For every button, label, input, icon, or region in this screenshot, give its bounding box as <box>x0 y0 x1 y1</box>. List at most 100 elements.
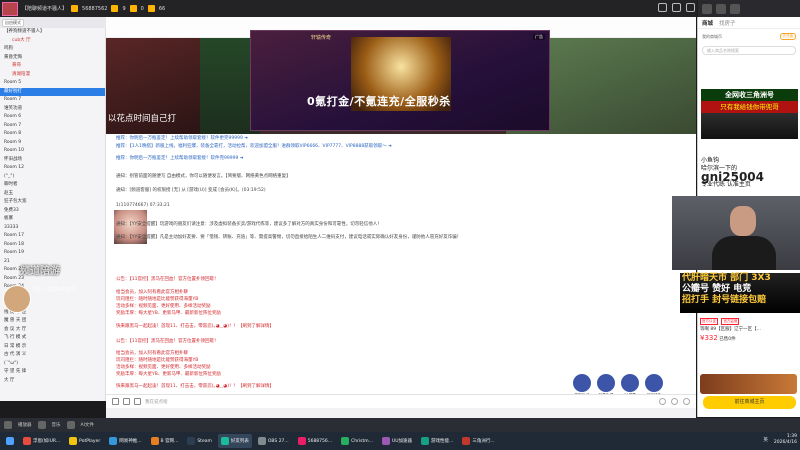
recharge-button[interactable]: 去充值 <box>779 33 796 40</box>
app-icon <box>150 437 159 445</box>
sidebar-item[interactable]: Room 17 <box>0 232 105 241</box>
taskbar-item[interactable]: 5688756... <box>295 434 335 448</box>
sidebar-item[interactable]: 古 代 演 义 <box>0 351 105 360</box>
gift-bar: 播客加 油起源之 星 51翡翠初级钱英 <box>573 374 663 394</box>
music-icon[interactable] <box>37 421 46 429</box>
sidebar-item[interactable]: 最好别打 <box>0 87 105 96</box>
input-lang[interactable]: 英 <box>763 437 768 443</box>
sidebar-item[interactable]: 33333 <box>0 224 105 233</box>
streamer-face <box>730 206 756 236</box>
sidebar-item[interactable]: 狂子包大宽 <box>0 198 105 207</box>
sidebar-item[interactable]: Room 9 <box>0 139 105 148</box>
sidebar-item[interactable]: 清湖陪漫 <box>0 71 105 80</box>
user-badge: 66 <box>158 5 166 12</box>
gift-icon[interactable] <box>683 398 690 405</box>
bell-icon[interactable] <box>716 3 726 14</box>
sidebar-item[interactable]: Room 12 <box>0 164 105 173</box>
shop-home-button[interactable]: 前往商城主页 <box>703 396 796 409</box>
start-icon[interactable] <box>3 434 17 448</box>
bottom-tool-strip: 播放器 音乐 AI文件 <box>0 418 800 432</box>
sidebar-item[interactable]: cub大 厅 <box>0 37 105 46</box>
fav-count: 0 <box>140 5 144 12</box>
shop-banner[interactable] <box>700 374 797 394</box>
taskbar-item[interactable]: Christm... <box>338 434 376 448</box>
store-search-input[interactable]: 输入商品名称搜索 <box>702 46 796 55</box>
overlay-avatar <box>3 285 31 313</box>
sidebar-item[interactable]: Room 5 <box>0 79 105 88</box>
product-card[interactable]: 官方认证 官方监管 等啊 89【区服】辽宁一区【... ¥332 已售0件 <box>700 318 800 344</box>
music-label[interactable]: 音乐 <box>52 422 61 428</box>
ai-label[interactable]: AI文件 <box>81 422 94 428</box>
player-icon[interactable] <box>4 421 12 429</box>
sidebar-item[interactable]: Room 10 <box>0 147 105 156</box>
sidebar-item[interactable]: Room 6 <box>0 113 105 122</box>
sidebar-item[interactable]: 日 常 模 示 <box>0 343 105 352</box>
app-icon <box>381 437 390 445</box>
search-icon[interactable] <box>134 398 141 405</box>
sidebar-item[interactable]: 谁笑功道 <box>0 105 105 114</box>
promo-banner[interactable]: 代肝暗天市 部门 3X3 公瓣号 赞好 电竞 招打手 封号链接包赔 <box>680 273 800 313</box>
gift-item[interactable]: 起源之 星 <box>597 374 615 394</box>
close-icon[interactable] <box>686 3 695 12</box>
taskbar-item[interactable]: 好友列表 <box>217 434 252 448</box>
taskbar-item[interactable]: 游戏性能... <box>418 434 456 448</box>
taskbar-item[interactable]: OBS 27... <box>255 434 292 448</box>
taskbar-item[interactable]: 浮窗(如IUR... <box>20 434 63 448</box>
sidebar-item[interactable]: Room 18 <box>0 241 105 250</box>
chat-message: 玩司阻拦：随时随地是比能赞获得海量YB <box>116 297 199 302</box>
gift-item[interactable]: 初级钱英 <box>645 374 663 394</box>
clock[interactable]: 1:39 2026/4/16 <box>774 434 797 446</box>
ad-popup[interactable]: 轩辕传奇 广告 0氪打金/不氪连充/全服秒杀 <box>250 30 550 131</box>
webcam-feed <box>672 196 800 270</box>
sidebar-item[interactable]: 飞 行 模 式 <box>0 334 105 343</box>
taskbar-item[interactable]: UU加速器 <box>379 434 415 448</box>
gift-item[interactable]: 播客加 油 <box>573 374 591 394</box>
app-icon <box>297 437 306 445</box>
user-icon[interactable] <box>730 3 740 14</box>
sidebar-item[interactable]: Room 19 <box>0 249 105 258</box>
sidebar-item[interactable]: 【养狗频道不骚人】 <box>0 28 105 37</box>
history-icon[interactable] <box>659 398 666 405</box>
sidebar-item[interactable]: 魔 兽 天 团 <box>0 317 105 326</box>
sidebar-item[interactable]: (°_°) <box>0 173 105 182</box>
taskbar-item[interactable]: PotPlayer <box>66 434 103 448</box>
chat-message: 给当会员，加入阿有看此官方相扑聊 <box>116 351 188 356</box>
store-banner[interactable]: 全网收三角洲号 只有我给钱你带兜哥 <box>701 89 798 139</box>
tab-store[interactable]: 商城 <box>702 19 713 27</box>
sidebar-item[interactable]: Room 8 <box>0 130 105 139</box>
image-icon[interactable] <box>123 398 130 405</box>
emoji2-icon[interactable] <box>671 398 678 405</box>
taskbar-item[interactable]: B 官网... <box>148 434 182 448</box>
mode-select[interactable]: 自由模式 <box>2 18 24 27</box>
sidebar-item[interactable]: 聊时者 <box>0 181 105 190</box>
sidebar-item[interactable]: 怀旧战场 <box>0 156 105 165</box>
emoji-icon[interactable] <box>112 398 119 405</box>
sidebar-item[interactable]: 板寨 <box>0 215 105 224</box>
taskbar-label: 浮窗(如IUR... <box>33 439 61 444</box>
sidebar-item[interactable]: 会 议 大 厅 <box>0 326 105 335</box>
sidebar-item[interactable]: 守 望 先 锋 <box>0 368 105 377</box>
ai-icon[interactable] <box>66 421 75 429</box>
taskbar-item[interactable]: 三角洲行... <box>459 434 497 448</box>
sidebar-item[interactable]: 大 厅 <box>0 377 105 386</box>
sidebar-item[interactable]: 免费33 <box>0 207 105 216</box>
taskbar-label: 三角洲行... <box>472 439 495 444</box>
chat-input[interactable]: 我在说点啥 <box>145 399 168 405</box>
sidebar-item[interactable]: Room 7 <box>0 96 105 105</box>
sidebar-item[interactable]: (´°ω°) <box>0 360 105 369</box>
sidebar-item[interactable]: 黄哥 <box>0 62 105 71</box>
menu-icon[interactable] <box>702 3 712 14</box>
sidebar-item[interactable]: 黄昏无悔 <box>0 54 105 63</box>
minimize-icon[interactable] <box>672 3 681 12</box>
taskbar-item[interactable]: Steam <box>184 434 215 448</box>
taskbar-item[interactable]: 网易神推... <box>106 434 144 448</box>
chat-message: 通知：【YY安全提醒】凡是主动加好友要、要「借钱、转账、充值」等、需提高警惕，切… <box>116 235 462 240</box>
sidebar-item[interactable]: Room 7 <box>0 122 105 131</box>
gift-item[interactable]: 51翡翠 <box>621 374 639 394</box>
sidebar-item[interactable]: 赵玉 <box>0 190 105 199</box>
tab-find-room[interactable]: 找房子 <box>719 19 736 27</box>
player-label[interactable]: 播放器 <box>18 422 32 428</box>
channel-avatar[interactable] <box>2 1 18 16</box>
settings-icon[interactable] <box>658 3 667 12</box>
sidebar-item[interactable]: 鸣狗 <box>0 45 105 54</box>
